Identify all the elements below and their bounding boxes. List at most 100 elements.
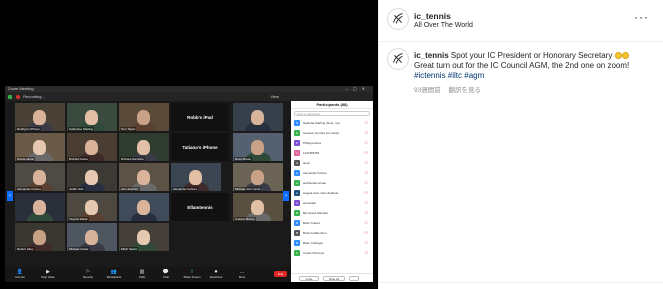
bottom-divider: [379, 282, 663, 283]
zoom-toolbar-label: Participants: [106, 275, 122, 279]
video-tile: Nicola Alison: [15, 133, 65, 161]
post-username[interactable]: ic_tennis: [414, 11, 451, 21]
video-tile-name: Tom Taylor: [120, 127, 137, 131]
account-avatar[interactable]: [387, 8, 409, 30]
video-tile-name: Virginia Wade: [68, 217, 89, 221]
post-location[interactable]: All Over The World: [414, 22, 473, 29]
post-caption: ic_tennis Spot your IC President or Hono…: [414, 51, 659, 81]
video-tile: Alexander Kehres: [15, 163, 65, 191]
muted-mic-icon: 🎙̸: [364, 241, 367, 245]
translate-link[interactable]: 翻訳を見る: [449, 87, 482, 94]
video-tile-name: Catherine Starling: [68, 127, 95, 131]
participant-name: aixon: [303, 161, 311, 165]
muted-mic-icon: 🎙̸: [364, 231, 367, 235]
participant-face: [33, 230, 46, 245]
participant-face: [137, 230, 150, 245]
video-tile-name: Michael John Scott: [234, 187, 262, 191]
zoom-screenshot: Zoom Meeting –▢✕ Recording... View ‹ › R…: [5, 86, 373, 282]
invite-button: Invite: [299, 276, 319, 281]
participant-face: [251, 200, 264, 215]
participant-row: B Bella Tinkers 🎙̸: [291, 218, 373, 228]
zoom-toolbar-unmute-button: 👤 Unmute: [9, 269, 31, 281]
participant-row: B Brad Cuthbertson 🎙̸: [291, 228, 373, 238]
participant-row: 1 1123456789 🎙̸: [291, 148, 373, 158]
participant-face: [85, 200, 98, 215]
video-tile-name: Rodrigo's iPhone: [16, 127, 41, 131]
caption-line2: Great turn out for the IC Council AGM, t…: [414, 61, 630, 70]
recording-icon: [16, 94, 21, 99]
participant-avatar: A: [294, 180, 300, 186]
zoom-toolbar-share-screen-button: ⇧ Share Screen: [181, 269, 203, 281]
participant-row: P Philippa Ross 🎙̸: [291, 138, 373, 148]
participant-row: N Natasha Starling (Host, me) 🎙̸: [291, 118, 373, 128]
grin-emoji-icon: [621, 52, 629, 59]
participant-name: andhardkmunsan: [303, 181, 327, 185]
video-tile: Mitch Swart: [119, 223, 169, 251]
participant-name: Alexander Kehres: [303, 171, 327, 175]
participant-row: C Carlos Montoya 🎙̸: [291, 248, 373, 258]
participant-face: [251, 140, 264, 155]
video-off-tile: Robb's iPad: [171, 103, 229, 131]
video-tile-name: Alexander Kehres: [172, 187, 198, 191]
participant-avatar: B: [294, 220, 300, 226]
post-meta: 93週間前 翻訳を見る: [414, 84, 487, 94]
video-tile-name: Ross Brown: [234, 157, 253, 161]
muted-mic-icon: 🎙̸: [364, 201, 367, 205]
shield-icon: [8, 94, 12, 99]
participant-face: [85, 140, 98, 155]
video-tile-name: Alexander Kehres: [16, 187, 42, 191]
participant-name: annaclark: [303, 201, 317, 205]
participant-face: [85, 110, 98, 125]
participant-name: Bel (Hana Mandel): [303, 211, 329, 215]
participant-row: B Brian Collingan 🎙̸: [291, 238, 373, 248]
zoom-toolbar-chat-button: 💬 Chat: [155, 269, 177, 281]
participant-search-input: Find a participant: [294, 111, 370, 116]
caption-avatar[interactable]: [387, 48, 409, 70]
zoom-window-title: Zoom Meeting: [8, 86, 34, 91]
participant-row: B Bel (Hana Mandel) 🎙̸: [291, 208, 373, 218]
participant-face: [137, 170, 150, 185]
participant-name: Philippa Ross: [303, 141, 322, 145]
participants-panel: Participants (88) Find a participant N Na…: [291, 101, 373, 282]
video-tile: Catherine Starling: [67, 103, 117, 131]
mute-all-button: Mute All: [323, 276, 345, 281]
participant-face: [251, 110, 264, 125]
caption-username[interactable]: ic_tennis: [414, 51, 449, 60]
muted-mic-icon: 🎙̸: [364, 171, 367, 175]
participant-avatar: G: [294, 130, 300, 136]
zoom-toolbar: End 👤 Unmute ▶ Stop Video ⚐ Security 👥 Particip…: [5, 267, 291, 282]
participant-face: [33, 170, 46, 185]
video-tile-name: Mitch Swart: [120, 247, 138, 251]
participant-avatar: N: [294, 120, 300, 126]
video-off-tile: Ellamtennis: [171, 193, 229, 221]
video-tile: Robert Hiley: [15, 223, 65, 251]
muted-mic-icon: 🎙̸: [364, 121, 367, 125]
muted-mic-icon: 🎙̸: [364, 151, 367, 155]
zoom-toolbar-label: Polls: [138, 275, 146, 279]
zoom-toolbar-label: More: [238, 275, 246, 279]
zoom-toolbar-polls-button: ▥ Polls: [131, 269, 153, 281]
participant-avatar: 1: [294, 150, 300, 156]
zoom-topbar: Recording... View: [5, 92, 373, 101]
more-horizontal-icon[interactable]: ···: [634, 10, 649, 24]
participant-name: Bella Tinkers: [303, 221, 321, 225]
video-tile-name: Judith Hick: [68, 187, 85, 191]
caption-hashtags[interactable]: #ictennis #iltc #agm: [414, 71, 484, 80]
participant-face: [189, 170, 202, 185]
participants-list: N Natasha Starling (Host, me) 🎙̸ G Gustavo H…: [291, 118, 373, 258]
recording-label: Recording...: [23, 94, 45, 99]
video-tile-name: Richard Hamilton: [120, 157, 146, 161]
muted-mic-icon: 🎙̸: [364, 211, 367, 215]
ic-tennis-logo-icon: [393, 13, 403, 24]
video-tile: Andrew Burton: [233, 193, 283, 221]
participant-face: [85, 230, 98, 245]
video-tile-name: Michael Carter: [68, 247, 90, 251]
zoom-toolbar-stop-video-button: ▶ Stop Video: [37, 269, 59, 281]
post-media: Zoom Meeting –▢✕ Recording... View ‹ › R…: [0, 0, 378, 289]
muted-mic-icon: 🎙̸: [364, 221, 367, 225]
participant-name: Natasha Starling (Host, me): [303, 121, 341, 125]
ic-tennis-logo-icon: [393, 53, 403, 64]
participant-avatar: A: [294, 170, 300, 176]
participant-face: [85, 170, 98, 185]
video-tile: Rodrigo's iPhone: [15, 103, 65, 131]
